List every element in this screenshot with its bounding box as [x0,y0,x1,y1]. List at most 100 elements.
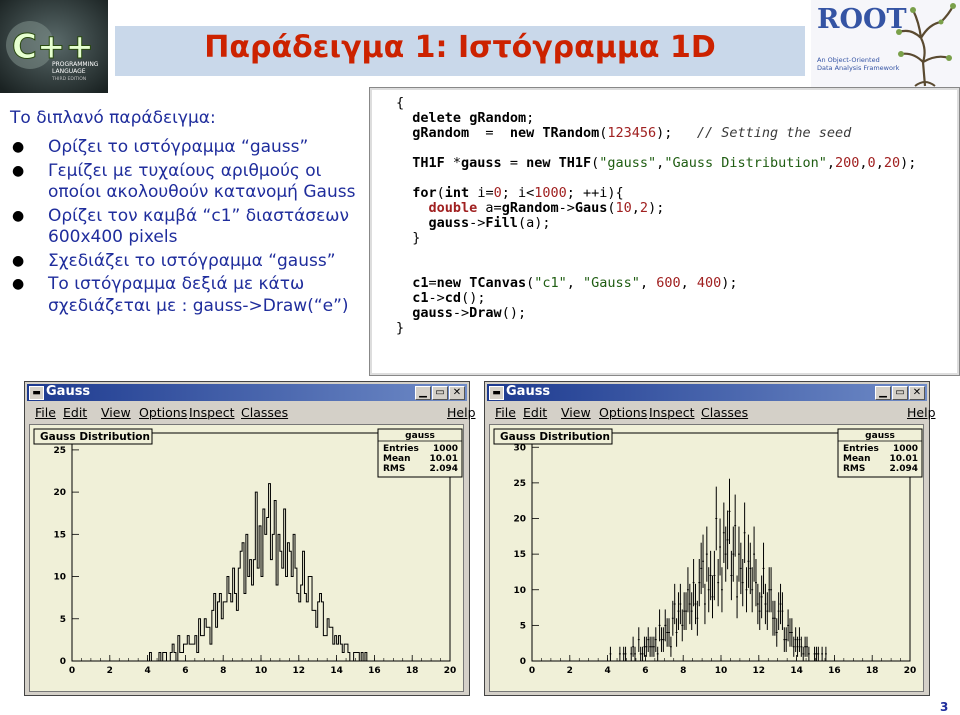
close-icon[interactable]: ✕ [909,386,925,400]
x-tick-label: 0 [529,666,535,676]
x-tick-label: 14 [330,666,343,676]
svg-text:PROGRAMMING: PROGRAMMING [52,61,99,68]
svg-text:THIRD EDITION: THIRD EDITION [51,76,86,82]
bullet-dot-icon: ● [12,162,25,179]
x-tick-label: 6 [182,666,188,676]
menu-file[interactable]: File [495,405,516,420]
window-title: Gauss [506,384,551,399]
y-tick-label: 10 [53,573,66,583]
svg-text:LANGUAGE: LANGUAGE [52,68,86,75]
x-tick-label: 12 [753,666,766,676]
stats-label: Mean [383,454,411,464]
menu-view[interactable]: View [561,405,591,420]
stats-value: 10.01 [890,454,918,464]
canvas-area[interactable]: Gauss Distribution gauss Entries 1000 Mean 10… [29,424,464,692]
x-tick-label: 8 [220,666,226,676]
menu-edit[interactable]: Edit [63,405,87,420]
hist-title: Gauss Distribution [500,431,610,443]
root-logo-subtitle: An Object-Oriented Data Analysis Framewo… [817,56,900,72]
gauss-window-right: ▬ Gauss ▁ ▭ ✕ File Edit View Options Inspect Class… [484,381,936,696]
y-tick-label: 0 [60,657,66,667]
bullet-item: ● Το ιστόγραμμα δεξιά με κάτω σχεδιάζεται … [12,274,349,316]
stats-value: 2.094 [430,464,458,474]
histogram-plot: Gauss Distribution gaussEntries 1000Mean 10… [493,428,923,676]
menu-bar: File Edit View Options Inspect Classes Help [489,404,936,422]
bullet-dot-icon: ● [12,276,25,292]
stats-label: Mean [843,454,871,464]
menu-help[interactable]: Help [447,405,476,420]
x-tick-label: 18 [406,666,419,676]
menu-options[interactable]: Options [599,405,647,420]
y-tick-label: 15 [513,550,526,560]
close-icon[interactable]: ✕ [449,386,465,400]
x-tick-label: 6 [642,666,648,676]
x-tick-label: 20 [444,666,457,676]
gauss-window-left: ▬ Gauss ▁ ▭ ✕ File Edit View Options Inspect Class… [24,381,476,696]
menu-inspect[interactable]: Inspect [189,405,235,420]
y-tick-label: 5 [520,621,526,631]
bullet-list: ● Ορίζει το ιστόγραμμα “gauss” ● Γεμίζει μ… [8,137,373,317]
stats-value: 1000 [893,444,918,454]
x-tick-label: 10 [715,666,728,676]
root-logo: ROOT An Object-Oriented Data Analysis Fr… [811,0,960,88]
x-tick-label: 8 [680,666,686,676]
cpp-book-logo: C++ PROGRAMMING LANGUAGE THIRD EDITION [0,0,108,93]
y-tick-label: 0 [520,657,526,667]
x-tick-label: 20 [904,666,917,676]
histogram-plot: Gauss Distribution gaussEntries 1000Mean 10… [33,428,463,676]
stats-label: Entries [843,444,879,454]
x-tick-label: 16 [368,666,381,676]
bullet-dot-icon: ● [12,207,25,224]
code-listing: { delete gRandom; gRandom = new TRandom(… [369,87,960,376]
x-tick-label: 18 [866,666,879,676]
y-tick-label: 20 [513,515,526,525]
y-tick-label: 25 [513,479,526,489]
minimize-icon[interactable]: ▁ [415,386,431,400]
stats-label: RMS [843,464,865,474]
menu-edit[interactable]: Edit [523,405,547,420]
bullet-item: ● Σχεδιάζει το ιστόγραμμα “gauss” [12,250,336,271]
window-titlebar[interactable]: ▬ Gauss ▁ ▭ ✕ [27,384,467,401]
menu-bar: File Edit View Options Inspect Classes Help [29,404,476,422]
menu-classes[interactable]: Classes [241,405,288,420]
stats-label: RMS [383,464,405,474]
menu-help[interactable]: Help [907,405,936,420]
maximize-icon[interactable]: ▭ [892,386,908,400]
hist-title: Gauss Distribution [40,431,150,443]
x-tick-label: 4 [144,666,150,676]
y-tick-label: 10 [513,586,526,596]
window-title: Gauss [46,384,91,399]
y-tick-label: 5 [60,615,66,625]
menu-inspect[interactable]: Inspect [649,405,695,420]
bullet-dot-icon: ● [12,139,25,155]
tree-icon [896,3,956,87]
stats-value: 1000 [433,444,458,454]
x-tick-label: 0 [69,666,75,676]
window-menu-icon[interactable]: ▬ [29,386,44,400]
x-tick-label: 2 [567,666,573,676]
code-text: { delete gRandom; gRandom = new TRandom(… [396,95,917,336]
stats-name: gauss [865,431,895,441]
x-tick-label: 10 [255,666,268,676]
bullet-item: ● Γεμίζει με τυχαίους αριθμούς οι οποίοι α… [12,160,356,203]
stats-value: 10.01 [430,454,458,464]
window-titlebar[interactable]: ▬ Gauss ▁ ▭ ✕ [487,384,927,401]
y-tick-label: 15 [53,530,66,540]
menu-view[interactable]: View [101,405,131,420]
menu-classes[interactable]: Classes [701,405,748,420]
x-tick-label: 16 [828,666,841,676]
minimize-icon[interactable]: ▁ [875,386,891,400]
y-tick-label: 25 [53,446,66,456]
x-tick-label: 2 [107,666,113,676]
bullet-item: ● Ορίζει το ιστόγραμμα “gauss” [12,137,309,157]
menu-file[interactable]: File [35,405,56,420]
x-tick-label: 4 [604,666,610,676]
slide-title: Παράδειγμα 1: Ιστόγραμμα 1D [204,30,716,65]
maximize-icon[interactable]: ▭ [432,386,448,400]
stats-value: 2.094 [890,464,918,474]
window-menu-icon[interactable]: ▬ [489,386,504,400]
menu-options[interactable]: Options [139,405,187,420]
x-tick-label: 12 [293,666,306,676]
page-number: 3 [940,700,949,714]
canvas-area[interactable]: Gauss Distribution gauss Entries 1000 Mean 10… [489,424,924,692]
